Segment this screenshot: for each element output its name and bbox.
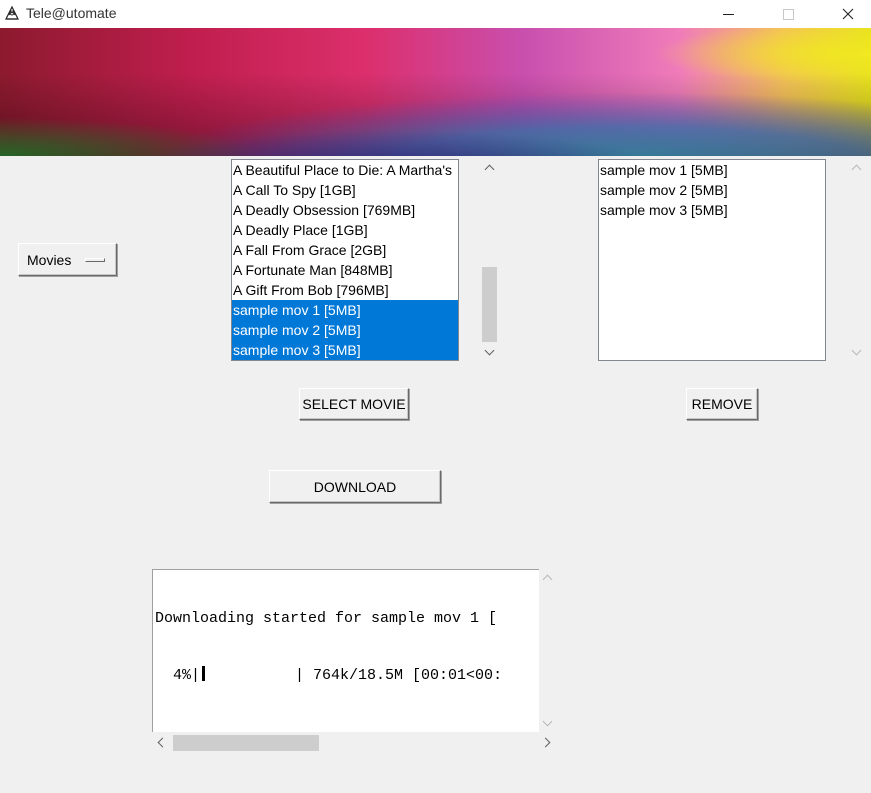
- movie-list-item[interactable]: A Deadly Place [1GB]: [232, 220, 458, 240]
- category-option-menu[interactable]: Movies: [18, 243, 117, 276]
- scroll-up-icon[interactable]: [539, 569, 556, 586]
- scroll-down-icon[interactable]: [539, 715, 556, 732]
- scroll-left-icon[interactable]: [152, 734, 169, 751]
- selected-list-scrollbar[interactable]: [848, 159, 865, 361]
- remove-button[interactable]: REMOVE: [686, 388, 758, 420]
- title-bar: Tele@utomate: [0, 0, 871, 28]
- header-banner-image: [0, 28, 871, 156]
- banner-gradient: [0, 28, 871, 156]
- progress-stats-text: | 764k/18.5M [00:01<00:: [205, 667, 503, 684]
- option-menu-indicator-icon: [85, 258, 105, 262]
- log-vertical-scrollbar[interactable]: [539, 569, 556, 732]
- select-movie-button[interactable]: SELECT MOVIE: [299, 388, 409, 420]
- progress-percent-text: 4%|: [155, 667, 201, 684]
- log-progress-line: 4%| | 764k/18.5M [00:01<00:: [155, 666, 539, 685]
- maximize-icon: [782, 8, 794, 20]
- movie-listbox[interactable]: A Beautiful Place to Die: A Martha's A Ca…: [231, 159, 459, 361]
- maximize-button[interactable]: [765, 0, 811, 28]
- category-option-value: Movies: [27, 251, 72, 268]
- log-horizontal-scrollbar[interactable]: [152, 734, 556, 751]
- movie-list-item[interactable]: sample mov 2 [5MB]: [232, 320, 458, 340]
- movie-list-item[interactable]: sample mov 1 [5MB]: [232, 300, 458, 320]
- movie-list-item[interactable]: A Beautiful Place to Die: A Martha's: [232, 160, 458, 180]
- selected-movies-listbox[interactable]: sample mov 1 [5MB] sample mov 2 [5MB] samp…: [598, 159, 826, 361]
- close-button[interactable]: [825, 0, 871, 28]
- movie-list-scrollbar[interactable]: [481, 159, 498, 361]
- download-log-textbox[interactable]: Downloading started for sample mov 1 [ 4…: [152, 569, 539, 732]
- log-line: Downloading started for sample mov 1 [: [155, 610, 498, 627]
- selected-list-item[interactable]: sample mov 2 [5MB]: [599, 180, 825, 200]
- scroll-up-icon[interactable]: [848, 159, 865, 176]
- movie-list-item[interactable]: A Deadly Obsession [769MB]: [232, 200, 458, 220]
- minimize-icon: [722, 13, 734, 15]
- movie-list-item[interactable]: A Fall From Grace [2GB]: [232, 240, 458, 260]
- tk-feather-icon: [5, 5, 19, 20]
- selected-list-item[interactable]: sample mov 3 [5MB]: [599, 200, 825, 220]
- movie-list-item[interactable]: A Gift From Bob [796MB]: [232, 280, 458, 300]
- scroll-down-icon[interactable]: [481, 344, 498, 361]
- close-icon: [842, 8, 854, 20]
- scroll-down-icon[interactable]: [848, 344, 865, 361]
- minimize-button[interactable]: [705, 0, 751, 28]
- movie-list-item[interactable]: A Fortunate Man [848MB]: [232, 260, 458, 280]
- window-title: Tele@utomate: [26, 5, 117, 21]
- scroll-up-icon[interactable]: [481, 159, 498, 176]
- scrollbar-thumb[interactable]: [482, 267, 497, 342]
- selected-list-item[interactable]: sample mov 1 [5MB]: [599, 160, 825, 180]
- scrollbar-thumb[interactable]: [173, 735, 319, 751]
- download-button[interactable]: DOWNLOAD: [269, 470, 441, 503]
- scroll-right-icon[interactable]: [539, 734, 556, 751]
- movie-list-item[interactable]: A Call To Spy [1GB]: [232, 180, 458, 200]
- movie-list-item[interactable]: sample mov 3 [5MB]: [232, 340, 458, 360]
